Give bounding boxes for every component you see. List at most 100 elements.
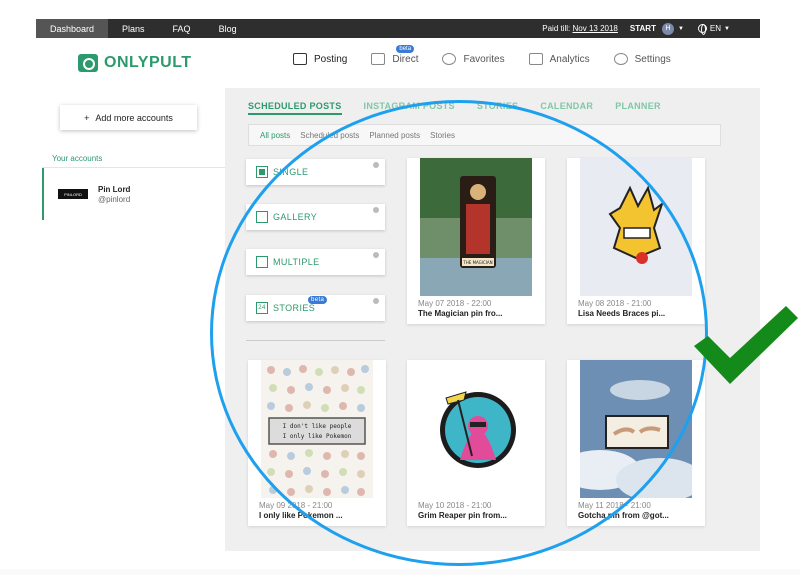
magician-label: THE MAGICIAN [462,260,492,265]
post-title: The Magician pin fro... [418,309,503,318]
paid-label: Paid till: [542,24,571,33]
tab-scheduled-posts[interactable]: SCHEDULED POSTS [248,101,342,115]
sidebar: + Add more accounts Your accounts PINLOR… [36,88,225,551]
divider [246,340,385,341]
post-type-stories[interactable]: 24 STORIES beta [246,295,385,321]
filter-scheduled-posts[interactable]: Scheduled posts [300,131,359,140]
account-handle: @pinlord [98,194,131,204]
post-date: May 09 2018 - 21:00 [259,501,333,510]
add-accounts-label: Add more accounts [95,112,173,123]
user-avatar[interactable]: H [661,22,674,35]
post-card[interactable]: May 11 2018 - 21:00 Gotcha pin from @got… [567,360,705,526]
nav-favorites[interactable]: Favorites [442,53,505,65]
post-type-multiple-label: MULTIPLE [273,257,320,267]
filter-bar: All posts Scheduled posts Planned posts … [248,124,721,146]
top-bar-right: Paid till: Nov 13 2018 START H ▼ EN ▼ [542,19,760,38]
camera-logo-icon [78,54,98,72]
post-date: May 07 2018 - 22:00 [418,299,492,308]
filter-planned-posts[interactable]: Planned posts [369,131,420,140]
post-card[interactable]: THE MAGICIAN May 07 2018 - 22:00 The Mag… [407,158,545,324]
nav-settings-label: Settings [634,53,671,65]
logo-text: ONLYPULT [104,54,192,71]
nav-direct[interactable]: Direct beta [371,45,419,65]
top-bar: Dashboard Plans FAQ Blog Paid till: Nov … [36,19,760,38]
beta-badge: beta [396,45,415,53]
filter-stories[interactable]: Stories [430,131,455,140]
post-card[interactable]: I don't like people I only like Pokemon … [248,360,386,526]
your-accounts-heading: Your accounts [52,154,103,163]
nav-analytics[interactable]: Analytics [528,53,590,65]
post-date: May 08 2018 - 21:00 [578,299,652,308]
info-icon[interactable] [373,162,379,168]
nav-favorites-label: Favorites [463,53,505,65]
nav-posting[interactable]: Posting [293,53,347,65]
top-nav-dashboard[interactable]: Dashboard [36,19,109,38]
info-icon[interactable] [373,252,379,258]
bottom-strip [0,569,800,575]
post-title: Gotcha pin from @got... [578,511,669,520]
checkmark-icon [694,306,798,384]
posting-icon [293,53,307,65]
tab-planner[interactable]: PLANNER [615,101,661,115]
post-card[interactable]: May 10 2018 - 21:00 Grim Reaper pin from… [407,360,545,526]
post-title: Grim Reaper pin from... [418,511,507,520]
single-post-icon [256,166,268,178]
post-type-single[interactable]: SINGLE [246,159,385,185]
content-area: SCHEDULED POSTS INSTAGRAM POSTS STORIES … [225,88,760,551]
account-info: Pin Lord @pinlord [98,185,130,204]
pokemon-text-line1: I don't like people [283,423,352,430]
paid-date[interactable]: Nov 13 2018 [573,24,618,33]
post-card[interactable]: May 08 2018 - 21:00 Lisa Needs Braces pi… [567,158,705,324]
plus-icon: + [84,112,90,123]
info-icon[interactable] [373,207,379,213]
account-item[interactable]: PINLORD Pin Lord @pinlord [42,168,225,220]
post-type-gallery-label: GALLERY [273,212,318,222]
post-thumbnail-pokemon: I don't like people I only like Pokemon [261,360,373,498]
post-date: May 11 2018 - 21:00 [578,501,651,510]
direct-icon [371,53,386,65]
chevron-down-icon[interactable]: ▼ [678,26,684,32]
post-title: I only like Pokemon ... [259,511,343,520]
logo[interactable]: ONLYPULT [78,54,192,72]
stories-icon: 24 [256,302,268,314]
analytics-icon [528,53,543,65]
top-nav-plans[interactable]: Plans [108,19,159,38]
post-type-gallery[interactable]: GALLERY [246,204,385,230]
post-type-single-label: SINGLE [273,167,309,177]
gallery-icon [256,211,268,223]
top-nav: Dashboard Plans FAQ Blog [36,19,251,38]
posting-subtabs: SCHEDULED POSTS INSTAGRAM POSTS STORIES … [248,101,683,115]
start-button[interactable]: START [630,24,656,33]
post-thumbnail-lisa [580,158,692,296]
post-type-stories-label: STORIES [273,303,316,313]
paid-till: Paid till: Nov 13 2018 [542,24,618,33]
chevron-down-icon: ▼ [724,25,730,32]
info-icon[interactable] [373,298,379,304]
language-selector[interactable]: EN ▼ [697,24,730,35]
nav-direct-label: Direct [392,53,419,65]
star-icon [442,53,457,65]
tab-calendar[interactable]: CALENDAR [540,101,593,115]
nav-settings[interactable]: Settings [613,53,671,65]
top-nav-blog[interactable]: Blog [205,19,251,38]
add-accounts-button[interactable]: + Add more accounts [60,105,197,130]
tab-stories[interactable]: STORIES [477,101,518,115]
language-label: EN [709,24,722,33]
post-type-multiple[interactable]: MULTIPLE [246,249,385,275]
tab-instagram-posts[interactable]: INSTAGRAM POSTS [364,101,455,115]
nav-posting-label: Posting [314,53,348,65]
nav-analytics-label: Analytics [549,53,590,65]
pokemon-text-line2: I only like Pokemon [283,433,352,440]
post-thumbnail-magician: THE MAGICIAN [420,158,532,296]
post-title: Lisa Needs Braces pi... [578,309,666,318]
post-thumbnail-grim-reaper [420,360,532,498]
multiple-icon [256,256,268,268]
main-nav: Posting Direct beta Favorites Analytics … [293,45,695,65]
gear-icon [613,53,628,65]
app-header: ONLYPULT Posting Direct beta Favorites A… [36,38,760,88]
account-avatar: PINLORD [58,189,88,199]
post-thumbnail-gotcha [580,360,692,498]
globe-icon [697,24,707,35]
top-nav-faq[interactable]: FAQ [159,19,205,38]
filter-all-posts[interactable]: All posts [260,131,290,140]
